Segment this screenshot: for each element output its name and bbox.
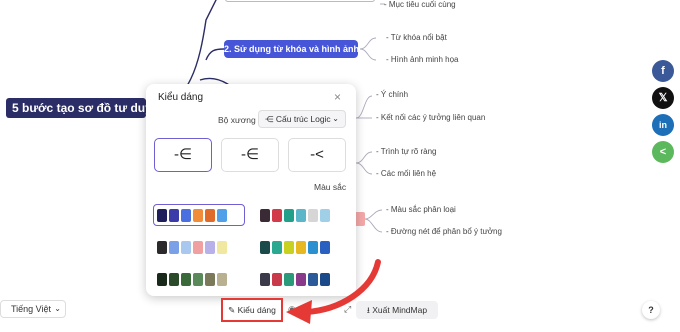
fullscreen-icon[interactable]: ⤢ — [344, 304, 351, 315]
palette-swatch — [308, 209, 318, 222]
close-icon[interactable]: × — [334, 90, 341, 104]
panel-title: Kiểu dáng — [158, 92, 204, 103]
palette-swatch — [284, 273, 294, 286]
palette-swatch — [205, 209, 215, 222]
leaf-node[interactable]: - Hình ảnh minh họa — [386, 55, 459, 65]
color-label: Màu sắc — [314, 182, 347, 192]
layout-option-2[interactable]: -∈ — [221, 138, 279, 172]
palette-swatch — [320, 273, 330, 286]
help-button[interactable]: ? — [642, 301, 660, 319]
palette-swatch — [157, 273, 167, 286]
share-icon[interactable]: < — [652, 141, 674, 163]
leaf-node[interactable]: - Kết nối các ý tưởng liên quan — [376, 113, 485, 123]
palette-swatch — [260, 273, 270, 286]
branch-node[interactable]: 2. Sử dụng từ khóa và hình ảnh — [224, 40, 359, 58]
palette-swatch — [272, 209, 282, 222]
palette-swatch — [169, 273, 179, 286]
chevron-down-icon: ⌄ — [54, 304, 61, 313]
layout-option-3[interactable]: -< — [288, 138, 346, 172]
palette-swatch — [320, 241, 330, 254]
x-share-icon[interactable]: 𝕏 — [652, 87, 674, 109]
palette-swatch — [308, 273, 318, 286]
palette-swatch — [205, 241, 215, 254]
linkedin-share-icon[interactable]: in — [652, 114, 674, 136]
branch-node-collapsed[interactable] — [355, 212, 365, 226]
palette-option[interactable] — [153, 268, 245, 290]
layout-option-1[interactable]: -∈ — [154, 138, 212, 172]
skeleton-value: Cấu trúc Logic — [275, 114, 331, 124]
style-button[interactable]: ✎ Kiểu dáng — [221, 298, 283, 322]
leaf-node[interactable]: - Từ khóa nổi bật — [386, 33, 447, 43]
palette-swatch — [272, 273, 282, 286]
leaf-node[interactable]: - Trình tự rõ ràng — [376, 147, 437, 157]
palette-option[interactable] — [256, 236, 348, 258]
root-node[interactable]: 5 bước tạo sơ đồ tư duy hiệ — [6, 98, 146, 118]
palette-swatch — [217, 241, 227, 254]
palette-swatch — [260, 241, 270, 254]
palette-swatch — [320, 209, 330, 222]
palette-swatch — [157, 241, 167, 254]
palette-swatch — [169, 209, 179, 222]
skeleton-label: Bộ xương — [218, 115, 256, 125]
palette-swatch — [296, 273, 306, 286]
palette-swatch — [169, 241, 179, 254]
style-button-label: Kiểu dáng — [237, 305, 276, 315]
skeleton-select[interactable]: ⋲ Cấu trúc Logic ⌄ — [258, 110, 346, 128]
leaf-node[interactable]: - Mục tiêu cuối cùng — [384, 0, 456, 10]
palette-option[interactable] — [256, 268, 348, 290]
palette-swatch — [181, 273, 191, 286]
theme-icon[interactable]: ◉ — [288, 304, 296, 315]
palette-swatch — [181, 209, 191, 222]
export-label: Xuất MindMap — [372, 305, 428, 315]
leaf-node[interactable]: - Màu sắc phân loại — [386, 205, 456, 215]
palette-swatch — [284, 241, 294, 254]
language-value: Tiếng Việt — [11, 304, 52, 314]
palette-swatch — [296, 241, 306, 254]
language-select[interactable]: Tiếng Việt ⌄ — [0, 300, 66, 318]
facebook-share-icon[interactable]: f — [652, 60, 674, 82]
palette-swatch — [217, 209, 227, 222]
palette-swatch — [284, 209, 294, 222]
palette-swatch — [193, 209, 203, 222]
palette-swatch — [193, 241, 203, 254]
palette-swatch — [157, 209, 167, 222]
palette-swatch — [296, 209, 306, 222]
style-icon: ✎ — [228, 305, 238, 315]
palette-swatch — [193, 273, 203, 286]
palette-option[interactable] — [153, 236, 245, 258]
palette-swatch — [205, 273, 215, 286]
style-panel: Kiểu dáng × Bộ xương ⋲ Cấu trúc Logic ⌄ … — [146, 84, 356, 296]
palette-swatch — [272, 241, 282, 254]
mindmap-canvas[interactable]: 5 bước tạo sơ đồ tư duy hiệ 2. Sử dụng t… — [0, 0, 680, 332]
palette-option[interactable] — [256, 204, 348, 226]
leaf-node[interactable]: - Ý chính — [376, 90, 408, 100]
palette-option[interactable] — [153, 204, 245, 226]
collapsed-node[interactable] — [225, 0, 375, 2]
logic-structure-icon: ⋲ — [265, 114, 276, 124]
palette-swatch — [181, 241, 191, 254]
leaf-node[interactable]: - Các mối liên hệ — [376, 169, 436, 179]
chevron-down-icon: ⌄ — [332, 114, 339, 123]
palette-swatch — [308, 241, 318, 254]
palette-swatch — [217, 273, 227, 286]
export-mindmap-button[interactable]: ⭳ Xuất MindMap — [356, 301, 438, 319]
palette-swatch — [260, 209, 270, 222]
leaf-node[interactable]: - Đường nét để phân bổ ý tưởng — [386, 227, 502, 237]
